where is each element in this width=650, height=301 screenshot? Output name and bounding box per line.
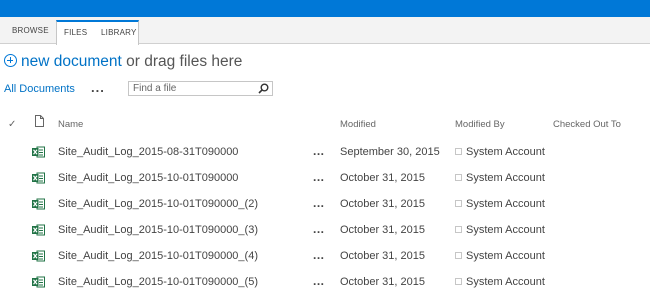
drag-files-hint: or drag files here [121,53,243,70]
column-headers: ✓ Name Modified Modified By Checked Out … [0,115,650,133]
row-menu-button[interactable]: ... [313,144,325,158]
modified-date: September 30, 2015 [340,146,440,158]
row-menu-button[interactable]: ... [313,170,325,184]
modified-by-name[interactable]: System Account [466,198,545,210]
view-selector-row: All Documents ... [0,80,650,100]
column-header-checked-out-to[interactable]: Checked Out To [553,119,621,130]
search-icon[interactable] [258,83,269,94]
excel-file-icon [32,276,45,288]
search-input[interactable] [133,82,243,95]
presence-icon [455,252,462,259]
file-name-link[interactable]: Site_Audit_Log_2015-08-31T090000 [58,146,238,158]
add-circle-icon[interactable] [4,54,17,67]
file-name-link[interactable]: Site_Audit_Log_2015-10-01T090000_(4) [58,250,258,262]
excel-file-icon [32,250,45,262]
modified-by[interactable]: System Account [455,172,545,184]
suite-bar [0,0,650,17]
presence-icon [455,174,462,181]
tab-browse[interactable]: BROWSE [12,20,49,44]
file-name-link[interactable]: Site_Audit_Log_2015-10-01T090000_(2) [58,198,258,210]
modified-by-name[interactable]: System Account [466,146,545,158]
ribbon-tabs: BROWSE FILES LIBRARY [0,17,650,45]
search-box [128,81,273,96]
modified-by-name[interactable]: System Account [466,250,545,262]
modified-by[interactable]: System Account [455,224,545,236]
view-all-documents[interactable]: All Documents [4,83,75,95]
table-row[interactable]: Site_Audit_Log_2015-10-01T090000_(3)... O… [0,222,650,249]
tab-files[interactable]: FILES [64,22,87,44]
column-header-modified[interactable]: Modified [340,119,376,130]
modified-by[interactable]: System Account [455,146,545,158]
presence-icon [455,200,462,207]
modified-by-name[interactable]: System Account [466,172,545,184]
table-row[interactable]: Site_Audit_Log_2015-10-01T090000_(4)... O… [0,248,650,275]
table-row[interactable]: Site_Audit_Log_2015-10-01T090000_(5)... O… [0,274,650,301]
row-menu-button[interactable]: ... [313,248,325,262]
new-document-bar: new document or drag files here [4,53,242,71]
presence-icon [455,226,462,233]
modified-by-name[interactable]: System Account [466,224,545,236]
modified-date: October 31, 2015 [340,276,426,288]
modified-by[interactable]: System Account [455,276,545,288]
modified-by[interactable]: System Account [455,198,545,210]
tab-group-files: FILES LIBRARY [56,20,139,45]
column-header-name[interactable]: Name [58,119,83,130]
row-menu-button[interactable]: ... [313,274,325,288]
excel-file-icon [32,172,45,184]
table-row[interactable]: Site_Audit_Log_2015-10-01T090000_(2)... O… [0,196,650,223]
modified-date: October 31, 2015 [340,224,426,236]
tab-library[interactable]: LIBRARY [101,22,137,44]
file-name-link[interactable]: Site_Audit_Log_2015-10-01T090000_(3) [58,224,258,236]
modified-date: October 31, 2015 [340,250,426,262]
presence-icon [455,278,462,285]
modified-date: October 31, 2015 [340,198,426,210]
row-menu-button[interactable]: ... [313,196,325,210]
modified-by-name[interactable]: System Account [466,276,545,288]
document-type-icon [35,115,44,127]
select-all-check-icon[interactable]: ✓ [8,119,16,130]
column-header-modified-by[interactable]: Modified By [455,119,505,130]
more-views-button[interactable]: ... [91,80,105,95]
row-menu-button[interactable]: ... [313,222,325,236]
modified-date: October 31, 2015 [340,172,426,184]
table-row[interactable]: Site_Audit_Log_2015-10-01T090000... Octob… [0,170,650,197]
excel-file-icon [32,146,45,158]
excel-file-icon [32,198,45,210]
presence-icon [455,148,462,155]
modified-by[interactable]: System Account [455,250,545,262]
excel-file-icon [32,224,45,236]
table-row[interactable]: Site_Audit_Log_2015-08-31T090000... Septe… [0,144,650,171]
file-name-link[interactable]: Site_Audit_Log_2015-10-01T090000_(5) [58,276,258,288]
file-name-link[interactable]: Site_Audit_Log_2015-10-01T090000 [58,172,238,184]
new-document-link[interactable]: new document [21,53,122,70]
